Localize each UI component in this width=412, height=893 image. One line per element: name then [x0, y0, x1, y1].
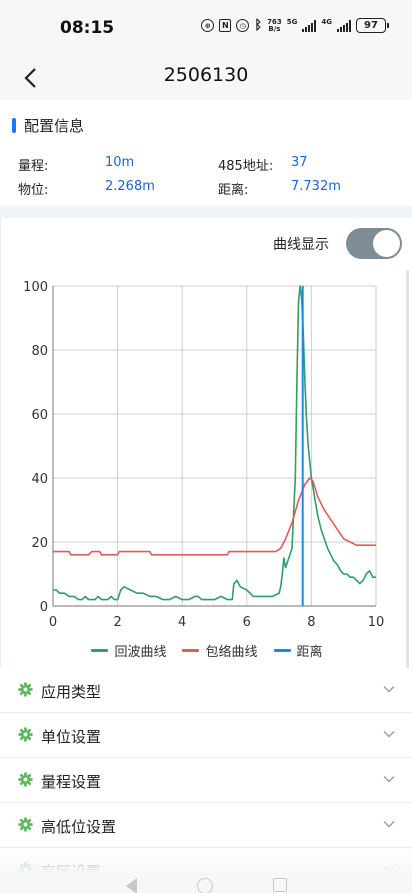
config-section-header: 配置信息: [0, 100, 412, 150]
setting-label: 量程设置: [41, 773, 102, 791]
net-speed: 763 B/s: [267, 18, 282, 33]
setting-row[interactable]: 单位设置: [0, 713, 412, 758]
config-info: 量程: 10m 485地址: 37 物位: 2.268m 距离: 7.732m: [0, 150, 412, 206]
curve-card: 曲线显示 0 2 4 6 8 10 0 20 40 60 80 100 回波曲线 包络曲线 距离: [0, 218, 412, 668]
section-title: 配置信息: [24, 117, 85, 135]
legend-item[interactable]: 距离: [273, 639, 323, 661]
bluetooth-icon: ᛒ: [254, 18, 263, 33]
y-tick-label: 40: [31, 472, 48, 487]
setting-label: 高低位设置: [41, 818, 117, 836]
setting-row[interactable]: 应用类型: [0, 668, 412, 713]
echo-chart: 0 2 4 6 8 10020406080100: [23, 280, 385, 630]
legend-swatch: [182, 648, 200, 652]
x-tick-label: 4: [178, 615, 186, 630]
chevron-down-icon: [383, 686, 395, 693]
toggle-label: 曲线显示: [273, 237, 329, 253]
x-tick-label: 2: [113, 615, 121, 630]
net-type-5g: 5G: [286, 18, 298, 26]
legend-label: 距离: [296, 644, 323, 660]
signal-icon: [302, 19, 317, 32]
legend-label: 回波曲线: [114, 644, 167, 660]
x-tick-label: 10: [368, 615, 385, 630]
x-tick-label: 0: [49, 615, 57, 630]
status-time: 08:15: [60, 18, 115, 38]
y-tick-label: 0: [40, 600, 48, 615]
net-speed-unit: B/s: [268, 24, 281, 33]
x-tick-label: 8: [307, 615, 315, 630]
chevron-down-icon: [383, 776, 395, 783]
net-type-4g: 4G: [321, 18, 332, 26]
nav-home-icon[interactable]: [196, 878, 213, 893]
battery-level: 97: [364, 20, 378, 31]
address-value: 37: [291, 155, 308, 170]
gear-icon: [18, 727, 33, 742]
series-line-1: [53, 477, 376, 556]
range-value: 10m: [105, 155, 135, 170]
gear-icon: [18, 772, 33, 787]
app-header: 2506130: [0, 56, 412, 100]
section-divider: [0, 206, 412, 218]
status-bar: 08:15 ⊕ N ◷ ᛒ 763 B/s 5G 4G 97: [0, 0, 412, 56]
battery-icon: 97: [356, 18, 389, 33]
setting-label: 应用类型: [41, 683, 102, 701]
setting-row[interactable]: 量程设置: [0, 758, 412, 803]
section-accent: [12, 118, 16, 133]
setting-label: 单位设置: [41, 728, 102, 746]
address-label: 485地址:: [218, 159, 274, 174]
nav-recent-icon[interactable]: [272, 878, 287, 892]
legend-item[interactable]: 包络曲线: [182, 639, 258, 661]
chevron-down-icon: [383, 731, 395, 738]
y-tick-label: 80: [31, 344, 48, 359]
gear-icon: [18, 682, 33, 697]
level-label: 物位:: [18, 183, 49, 198]
scrollbar[interactable]: [406, 270, 409, 670]
distance-value: 7.732m: [291, 179, 341, 194]
signal-icon-2: [337, 19, 351, 32]
y-tick-label: 60: [31, 408, 48, 423]
series-line-0: [53, 285, 376, 601]
range-label: 量程:: [18, 159, 49, 174]
distance-label: 距离:: [218, 183, 249, 198]
chart-legend: 回波曲线 包络曲线 距离: [1, 639, 412, 661]
y-tick-label: 100: [23, 280, 48, 295]
curve-display-toggle[interactable]: [346, 228, 402, 259]
hd-icon: ⊕: [201, 19, 215, 32]
setting-row[interactable]: 高低位设置: [0, 803, 412, 848]
toggle-knob: [373, 230, 400, 257]
legend-swatch: [273, 648, 291, 652]
legend-swatch: [91, 648, 109, 652]
page-title: 2506130: [163, 64, 249, 86]
status-icons: ⊕ N ◷ ᛒ 763 B/s 5G 4G 97: [201, 18, 389, 33]
x-tick-label: 6: [243, 615, 251, 630]
chevron-down-icon: [383, 821, 395, 828]
nav-back-icon[interactable]: [125, 878, 137, 893]
level-value: 2.268m: [105, 179, 155, 194]
nfc-icon: N: [219, 19, 232, 32]
gear-icon: [18, 817, 33, 832]
legend-item[interactable]: 回波曲线: [91, 639, 166, 661]
system-navbar: [0, 870, 412, 893]
alarm-icon: ◷: [236, 19, 250, 32]
y-tick-label: 20: [31, 536, 48, 551]
legend-label: 包络曲线: [205, 644, 258, 660]
